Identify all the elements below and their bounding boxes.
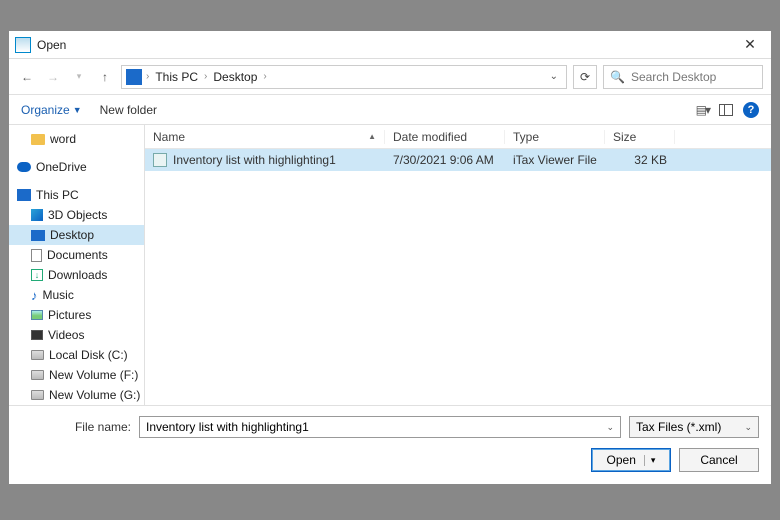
tree-item-downloads[interactable]: ↓ Downloads [9, 265, 144, 285]
search-placeholder: Search Desktop [631, 70, 716, 84]
file-size: 32 KB [605, 153, 675, 167]
help-button[interactable]: ? [743, 102, 759, 118]
tree-item-local-disk-c-[interactable]: Local Disk (C:) [9, 345, 144, 365]
tree-item-label: Music [43, 288, 74, 302]
view-icon: ▤▾ [696, 103, 709, 117]
search-input[interactable]: 🔍 Search Desktop [603, 65, 763, 89]
tree-item-videos[interactable]: Videos [9, 325, 144, 345]
column-headers: Name ▲ Date modified Type Size [145, 125, 771, 149]
open-dialog: Open ✕ ← → ▾ ↑ › This PC › Desktop › ⌄ ⟳… [8, 30, 772, 485]
chevron-down-icon[interactable]: ⌄ [606, 422, 614, 433]
doc-icon [31, 249, 42, 262]
pc-icon [126, 69, 142, 85]
tree-item-label: Documents [47, 248, 108, 262]
tree-item-label: 3D Objects [48, 208, 107, 222]
recent-locations-button[interactable]: ▾ [69, 67, 89, 87]
filename-label: File name: [21, 420, 131, 434]
body: word OneDrive This PC 3D Objects Desktop Docu… [9, 125, 771, 405]
dl-icon: ↓ [31, 269, 43, 281]
col-type[interactable]: Type [505, 130, 605, 144]
tree-item-label: Videos [48, 328, 84, 342]
tree-item-label: OneDrive [36, 160, 87, 174]
pic-icon [31, 310, 43, 320]
app-icon [15, 37, 31, 53]
desk-icon [31, 230, 45, 241]
chevron-down-icon: ▼ [73, 105, 82, 115]
chevron-down-icon[interactable]: ⌄ [546, 71, 562, 82]
close-icon[interactable]: ✕ [735, 36, 765, 53]
address-bar[interactable]: › This PC › Desktop › ⌄ [121, 65, 567, 89]
chevron-right-icon: › [146, 71, 149, 82]
vid-icon [31, 330, 43, 340]
cancel-button[interactable]: Cancel [679, 448, 759, 472]
split-chevron-icon[interactable]: ▾ [644, 455, 656, 466]
disk-icon [31, 350, 44, 360]
obj3d-icon [31, 209, 43, 221]
preview-pane-button[interactable] [719, 104, 733, 116]
tree-item-label: Local Disk (C:) [49, 348, 128, 362]
chevron-right-icon: › [263, 71, 266, 82]
breadcrumb[interactable]: Desktop [211, 70, 259, 84]
music-icon: ♪ [31, 288, 38, 303]
tree-item-label: New Volume (F:) [49, 368, 138, 382]
sort-asc-icon: ▲ [368, 132, 376, 141]
file-icon [153, 153, 167, 167]
back-button[interactable]: ← [17, 67, 37, 87]
pc-icon [17, 189, 31, 201]
col-size[interactable]: Size [605, 130, 675, 144]
tree-item-label: This PC [36, 188, 79, 202]
forward-button[interactable]: → [43, 67, 63, 87]
tree-item-this-pc[interactable]: This PC [9, 185, 144, 205]
breadcrumb[interactable]: This PC [153, 70, 200, 84]
disk-icon [31, 370, 44, 380]
toolbar: Organize ▼ New folder ▤▾ ? [9, 95, 771, 125]
file-type-filter[interactable]: Tax Files (*.xml) ⌄ [629, 416, 759, 438]
tree-item-word[interactable]: word [9, 129, 144, 149]
new-folder-button[interactable]: New folder [100, 103, 157, 117]
tree-item-new-volume-g-[interactable]: New Volume (G:) [9, 385, 144, 405]
chevron-right-icon: › [204, 71, 207, 82]
tree-item-label: Downloads [48, 268, 107, 282]
tree-item-music[interactable]: ♪ Music [9, 285, 144, 305]
nav-tree[interactable]: word OneDrive This PC 3D Objects Desktop Docu… [9, 125, 145, 405]
tree-item-onedrive[interactable]: OneDrive [9, 157, 144, 177]
pane-icon [719, 104, 733, 116]
footer: File name: Inventory list with highlight… [9, 405, 771, 484]
view-options-button[interactable]: ▤▾ [696, 103, 709, 117]
disk-icon [31, 390, 44, 400]
tree-item-desktop[interactable]: Desktop [9, 225, 144, 245]
col-date[interactable]: Date modified [385, 130, 505, 144]
window-title: Open [37, 38, 735, 52]
search-icon: 🔍 [610, 70, 625, 84]
tree-item-label: New Volume (G:) [49, 388, 140, 402]
file-date: 7/30/2021 9:06 AM [385, 153, 505, 167]
up-button[interactable]: ↑ [95, 67, 115, 87]
tree-item-label: Desktop [50, 228, 94, 242]
cloud-icon [17, 162, 31, 172]
tree-item-3d-objects[interactable]: 3D Objects [9, 205, 144, 225]
chevron-down-icon: ⌄ [744, 422, 752, 433]
tree-item-documents[interactable]: Documents [9, 245, 144, 265]
refresh-button[interactable]: ⟳ [573, 65, 597, 89]
filename-input[interactable]: Inventory list with highlighting1 ⌄ [139, 416, 621, 438]
folder-yellow-icon [31, 134, 45, 145]
tree-item-label: Pictures [48, 308, 91, 322]
tree-item-pictures[interactable]: Pictures [9, 305, 144, 325]
tree-item-label: word [50, 132, 76, 146]
open-button[interactable]: Open ▾ [591, 448, 671, 472]
tree-item-new-volume-f-[interactable]: New Volume (F:) [9, 365, 144, 385]
file-type: iTax Viewer File [505, 153, 605, 167]
file-list: Name ▲ Date modified Type Size Inventory… [145, 125, 771, 405]
col-name[interactable]: Name ▲ [145, 130, 385, 144]
file-rows[interactable]: Inventory list with highlighting1 7/30/20… [145, 149, 771, 405]
file-row[interactable]: Inventory list with highlighting1 7/30/20… [145, 149, 771, 171]
nav-row: ← → ▾ ↑ › This PC › Desktop › ⌄ ⟳ 🔍 Sear… [9, 59, 771, 95]
titlebar: Open ✕ [9, 31, 771, 59]
organize-button[interactable]: Organize ▼ [21, 103, 82, 117]
file-name: Inventory list with highlighting1 [173, 153, 336, 167]
